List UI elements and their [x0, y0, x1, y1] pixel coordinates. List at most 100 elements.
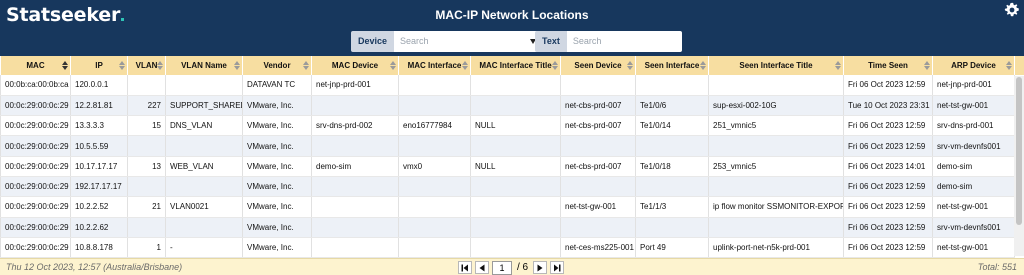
table-row[interactable]: 00:0c:29:00:0c:29 10.2.2.52 21 VLAN0021 VMwa…: [0, 196, 1024, 218]
table-cell: 13.3.3.3: [70, 115, 128, 137]
sort-icon[interactable]: [552, 61, 558, 70]
table-cell: VMware, Inc.: [242, 95, 312, 117]
column-header[interactable]: VLAN Name: [165, 56, 243, 75]
table-cell: [398, 135, 471, 157]
top-bar: Statseeker MAC-IP Network Locations Devi…: [0, 0, 1024, 56]
table-cell: 10.8.8.178: [70, 237, 128, 259]
column-header-label: MAC Interface Title: [479, 61, 552, 70]
table-cell: VLAN0021: [165, 196, 243, 218]
page-number-input[interactable]: 1: [492, 260, 512, 275]
table-row[interactable]: 00:0c:29:00:0c:29 10.5.5.59 VMware, Inc. Fr…: [0, 135, 1024, 157]
sort-icon[interactable]: [835, 61, 841, 70]
sort-icon[interactable]: [1006, 61, 1012, 70]
prev-page-icon[interactable]: [475, 261, 489, 274]
sort-icon[interactable]: [390, 61, 396, 70]
table-cell: [708, 75, 844, 96]
table-body: 00:0b:ca:00:0b:ca 120.0.0.1 DATAVAN TC net-…: [0, 75, 1024, 259]
device-filter-label: Device: [351, 31, 395, 52]
table-cell: DATAVAN TC: [242, 75, 312, 96]
table-cell: NULL: [470, 115, 561, 137]
table-cell: [560, 75, 636, 96]
mac-ip-table: MAC IP VLAN VLAN Name Vendor MAC Device MAC In…: [0, 56, 1024, 259]
column-header[interactable]: VLAN: [127, 56, 166, 75]
sort-icon[interactable]: [462, 61, 468, 70]
table-cell: SUPPORT_SHARED: [165, 95, 243, 117]
next-page-icon[interactable]: [533, 261, 548, 274]
sort-icon[interactable]: [303, 61, 309, 70]
table-cell: srv-vm-devnfs001: [932, 217, 1015, 238]
table-cell: [560, 217, 636, 238]
table-row[interactable]: 00:0c:29:00:0c:29 12.2.81.81 227 SUPPORT_SH…: [0, 95, 1024, 117]
table-cell: VMware, Inc.: [242, 176, 312, 198]
footer: Thu 12 Oct 2023, 12:57 (Australia/Brisba…: [0, 258, 1024, 275]
first-page-icon[interactable]: [458, 261, 472, 274]
column-header[interactable]: Vendor: [242, 56, 312, 75]
column-header-label: MAC: [26, 61, 45, 70]
sort-icon[interactable]: [119, 61, 125, 70]
table-cell: [635, 217, 709, 238]
table-cell: Fri 06 Oct 2023 12:59: [843, 217, 933, 238]
text-filter: Text Search: [535, 31, 682, 52]
column-header[interactable]: MAC Interface: [398, 56, 471, 75]
table-cell: Fri 06 Oct 2023 12:59: [843, 237, 933, 259]
table-row[interactable]: 00:0b:ca:00:0b:ca 120.0.0.1 DATAVAN TC net-…: [0, 75, 1024, 96]
table-cell: [708, 217, 844, 238]
table-cell: 00:0c:29:00:0c:29: [0, 176, 71, 198]
table-cell: [398, 217, 471, 238]
table-cell: 21: [127, 196, 166, 218]
table-cell: [311, 237, 399, 259]
table-row[interactable]: 00:0c:29:00:0c:29 13.3.3.3 15 DNS_VLAN VMwar…: [0, 115, 1024, 137]
table-cell: srv-dns-prd-002: [311, 115, 399, 137]
table-cell: Fri 06 Oct 2023 12:59: [843, 176, 933, 198]
table-cell: [311, 176, 399, 198]
table-row[interactable]: 00:0c:29:00:0c:29 10.8.8.178 1- VMware, Inc…: [0, 237, 1024, 259]
sort-icon[interactable]: [627, 61, 633, 70]
column-header-label: Vendor: [263, 61, 291, 70]
sort-icon[interactable]: [62, 61, 68, 70]
table-cell: 253_vmnic5: [708, 156, 844, 177]
column-header-label: VLAN Name: [181, 61, 227, 70]
text-search-input[interactable]: Search: [566, 31, 682, 52]
column-header[interactable]: MAC Interface Title: [470, 56, 561, 75]
column-header[interactable]: Seen Interface: [635, 56, 709, 75]
table-cell: 1: [127, 237, 166, 259]
table-cell: [165, 135, 243, 157]
table-cell: eno16777984: [398, 115, 471, 137]
table-cell: VMware, Inc.: [242, 115, 312, 137]
table-cell: [311, 196, 399, 218]
sort-icon[interactable]: [234, 61, 240, 70]
table-cell: srv-vm-devnfs001: [932, 135, 1015, 157]
table-cell: net-tst-gw-001: [560, 196, 636, 218]
table-cell: [165, 75, 243, 96]
device-search-select[interactable]: Search: [394, 31, 541, 52]
table-cell: [398, 237, 471, 259]
table-cell: [398, 196, 471, 218]
column-header[interactable]: ARP Device: [932, 56, 1015, 75]
table-cell: NULL: [470, 156, 561, 177]
column-header[interactable]: MAC: [0, 56, 71, 75]
column-header[interactable]: MAC Device: [311, 56, 399, 75]
column-header[interactable]: Time Seen: [843, 56, 933, 75]
pagination: 1 / 6: [458, 260, 565, 275]
column-header[interactable]: IP: [70, 56, 128, 75]
sort-icon[interactable]: [157, 61, 163, 70]
table-row[interactable]: 00:0c:29:00:0c:29 10.17.17.17 13 WEB_VLAN VM…: [0, 156, 1024, 177]
table-cell: 120.0.0.1: [70, 75, 128, 96]
table-cell: 10.17.17.17: [70, 156, 128, 177]
table-row[interactable]: 00:0c:29:00:0c:29 192.17.17.17 VMware, Inc…: [0, 176, 1024, 198]
column-header[interactable]: Seen Device: [560, 56, 636, 75]
last-page-icon[interactable]: [550, 261, 565, 274]
table-cell: [635, 176, 709, 198]
device-search-placeholder: Search: [400, 36, 429, 46]
table-cell: srv-dns-prd-001: [932, 115, 1015, 137]
gear-icon[interactable]: [1004, 2, 1020, 18]
table-cell: Fri 06 Oct 2023 14:01: [843, 156, 933, 177]
table-cell: 10.2.2.52: [70, 196, 128, 218]
scrollbar-thumb[interactable]: [1016, 77, 1022, 225]
sort-icon[interactable]: [924, 61, 930, 70]
table-cell: [127, 176, 166, 198]
column-header[interactable]: Seen Interface Title: [708, 56, 844, 75]
table-cell: [311, 217, 399, 238]
sort-icon[interactable]: [700, 61, 706, 70]
table-row[interactable]: 00:0c:29:00:0c:29 10.2.2.62 VMware, Inc. Fr…: [0, 217, 1024, 238]
